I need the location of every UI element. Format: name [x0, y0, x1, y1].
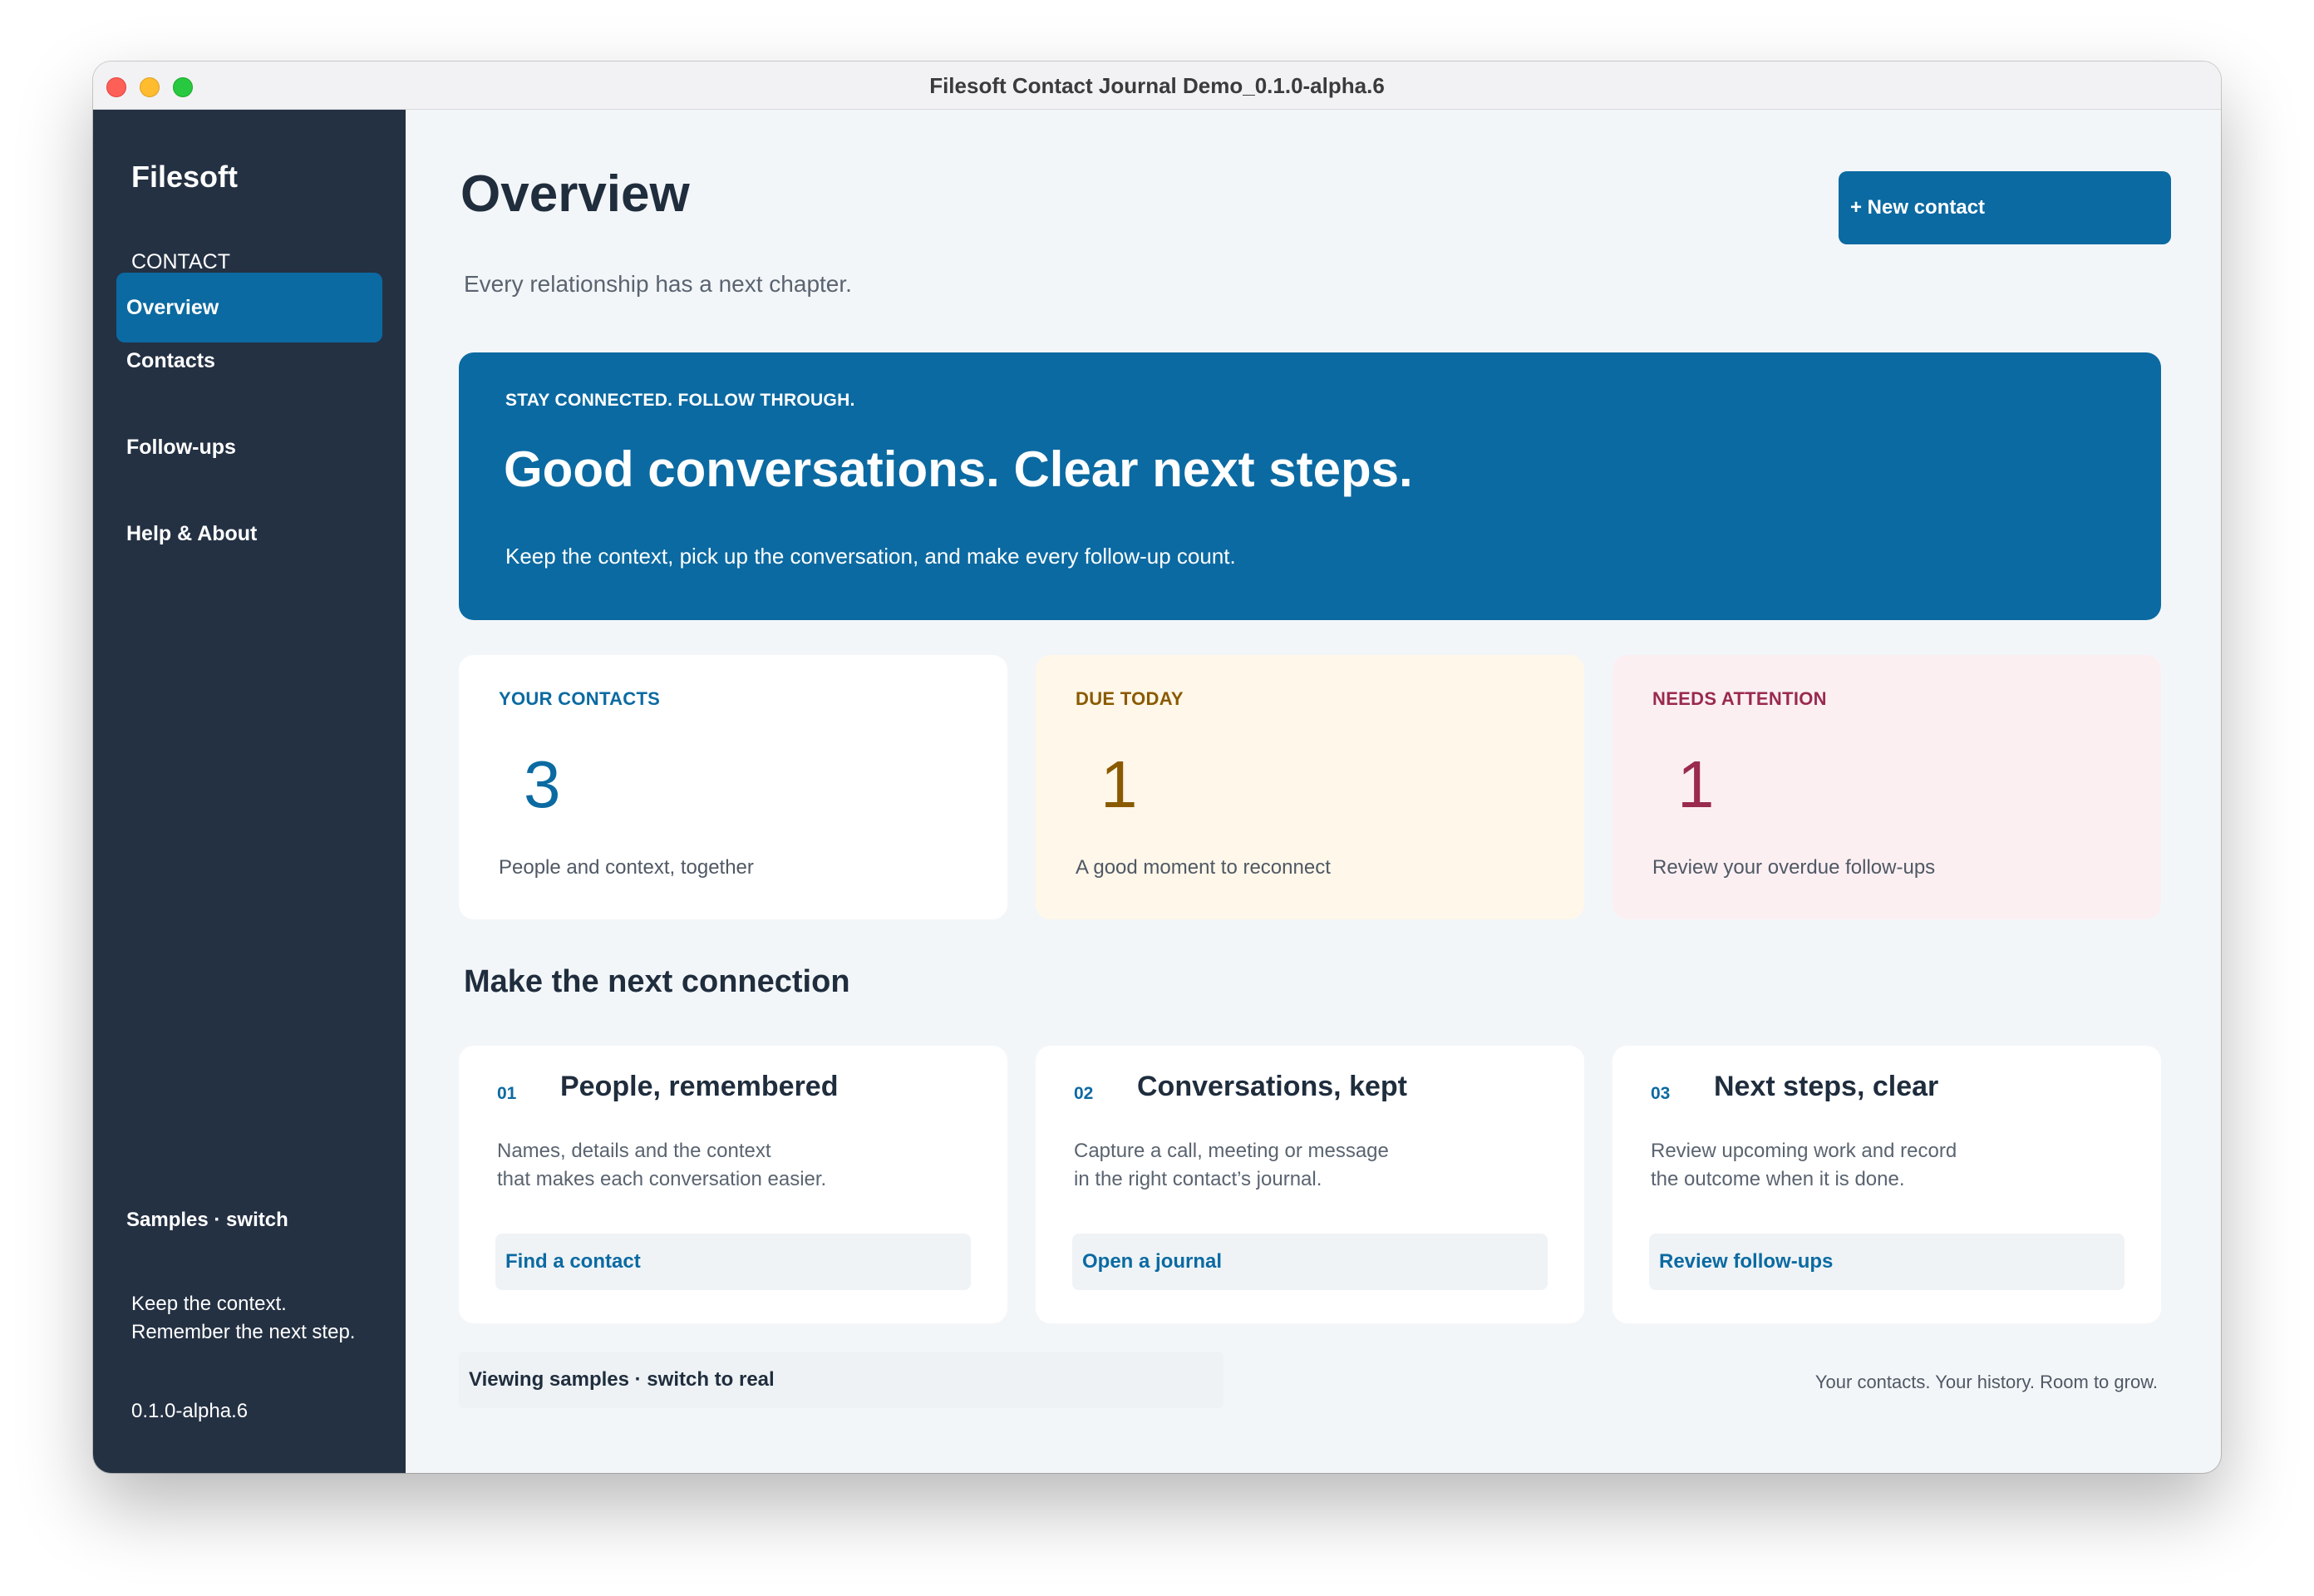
- sidebar: Filesoft CONTACT JOURNAL Overview Contac…: [93, 110, 406, 1473]
- hero-eyebrow: STAY CONNECTED. FOLLOW THROUGH.: [505, 391, 855, 410]
- stat-label: NEEDS ATTENTION: [1652, 688, 1827, 709]
- window-title: Filesoft Contact Journal Demo_0.1.0-alph…: [929, 73, 1385, 98]
- sidebar-item-contacts[interactable]: Contacts: [116, 326, 382, 396]
- card-title: Conversations, kept: [1137, 1071, 1407, 1102]
- sidebar-tagline-line2: Remember the next step.: [131, 1321, 356, 1343]
- card-number: 03: [1651, 1084, 1671, 1103]
- card-body-line: Review upcoming work and record: [1651, 1140, 1957, 1162]
- card-title: People, remembered: [560, 1071, 839, 1102]
- feature-card-next-steps: 03 Next steps, clear Review upcoming wor…: [1612, 1046, 2161, 1323]
- section-title: Make the next connection: [464, 964, 850, 999]
- hero-banner: STAY CONNECTED. FOLLOW THROUGH. Good con…: [459, 352, 2161, 620]
- sidebar-item-help-about[interactable]: Help & About: [116, 499, 382, 569]
- hero-body: Keep the context, pick up the conversati…: [505, 544, 1236, 569]
- new-contact-button[interactable]: + New contact: [1839, 171, 2171, 244]
- stat-card-contacts: YOUR CONTACTS 3 People and context, toge…: [459, 655, 1007, 919]
- card-body-line: Capture a call, meeting or message: [1074, 1140, 1389, 1162]
- page-title: Overview: [460, 165, 690, 223]
- card-number: 01: [497, 1084, 517, 1103]
- find-contact-button[interactable]: Find a contact: [495, 1234, 971, 1290]
- card-body-line: in the right contact’s journal.: [1074, 1168, 1322, 1190]
- card-body-line: Names, details and the context: [497, 1140, 771, 1162]
- review-follow-ups-button[interactable]: Review follow-ups: [1649, 1234, 2124, 1290]
- card-body: Names, details and the context that make…: [497, 1137, 963, 1194]
- stat-description: Review your overdue follow-ups: [1652, 856, 1936, 879]
- stat-card-due-today: DUE TODAY 1 A good moment to reconnect: [1036, 655, 1584, 919]
- card-body-line: the outcome when it is done.: [1651, 1168, 1905, 1190]
- title-bar: Filesoft Contact Journal Demo_0.1.0-alph…: [93, 62, 2221, 110]
- stat-label: YOUR CONTACTS: [499, 688, 661, 709]
- brand-name: Filesoft: [131, 160, 239, 194]
- sidebar-tagline: Keep the context. Remember the next step…: [131, 1290, 397, 1347]
- card-number: 02: [1074, 1084, 1094, 1103]
- open-journal-button[interactable]: Open a journal: [1072, 1234, 1548, 1290]
- stat-value: 1: [1100, 747, 1138, 821]
- app-window: Filesoft Contact Journal Demo_0.1.0-alph…: [93, 62, 2221, 1473]
- main-content: Overview Every relationship has a next c…: [406, 110, 2221, 1473]
- footer-tagline: Your contacts. Your history. Room to gro…: [1814, 1372, 2158, 1392]
- stat-label: DUE TODAY: [1076, 688, 1184, 709]
- viewing-samples-bar[interactable]: Viewing samples · switch to real: [459, 1352, 1223, 1408]
- samples-switch-link[interactable]: Samples · switch: [126, 1209, 288, 1232]
- card-body-line: that makes each conversation easier.: [497, 1168, 827, 1190]
- stat-value: 3: [524, 747, 561, 821]
- stat-description: A good moment to reconnect: [1076, 856, 1331, 879]
- stat-card-needs-attention: NEEDS ATTENTION 1 Review your overdue fo…: [1612, 655, 2161, 919]
- card-title: Next steps, clear: [1714, 1071, 1939, 1102]
- feature-card-people: 01 People, remembered Names, details and…: [459, 1046, 1007, 1323]
- sidebar-item-follow-ups[interactable]: Follow-ups: [116, 412, 382, 482]
- card-body: Capture a call, meeting or message in th…: [1074, 1137, 1539, 1194]
- page-subtitle: Every relationship has a next chapter.: [464, 271, 852, 297]
- stat-description: People and context, together: [499, 856, 754, 879]
- card-body: Review upcoming work and record the outc…: [1651, 1137, 2116, 1194]
- stat-value: 1: [1677, 747, 1715, 821]
- feature-card-conversations: 02 Conversations, kept Capture a call, m…: [1036, 1046, 1584, 1323]
- version-label: 0.1.0-alpha.6: [131, 1400, 249, 1422]
- hero-title: Good conversations. Clear next steps.: [504, 441, 1413, 497]
- sidebar-tagline-line1: Keep the context.: [131, 1293, 287, 1315]
